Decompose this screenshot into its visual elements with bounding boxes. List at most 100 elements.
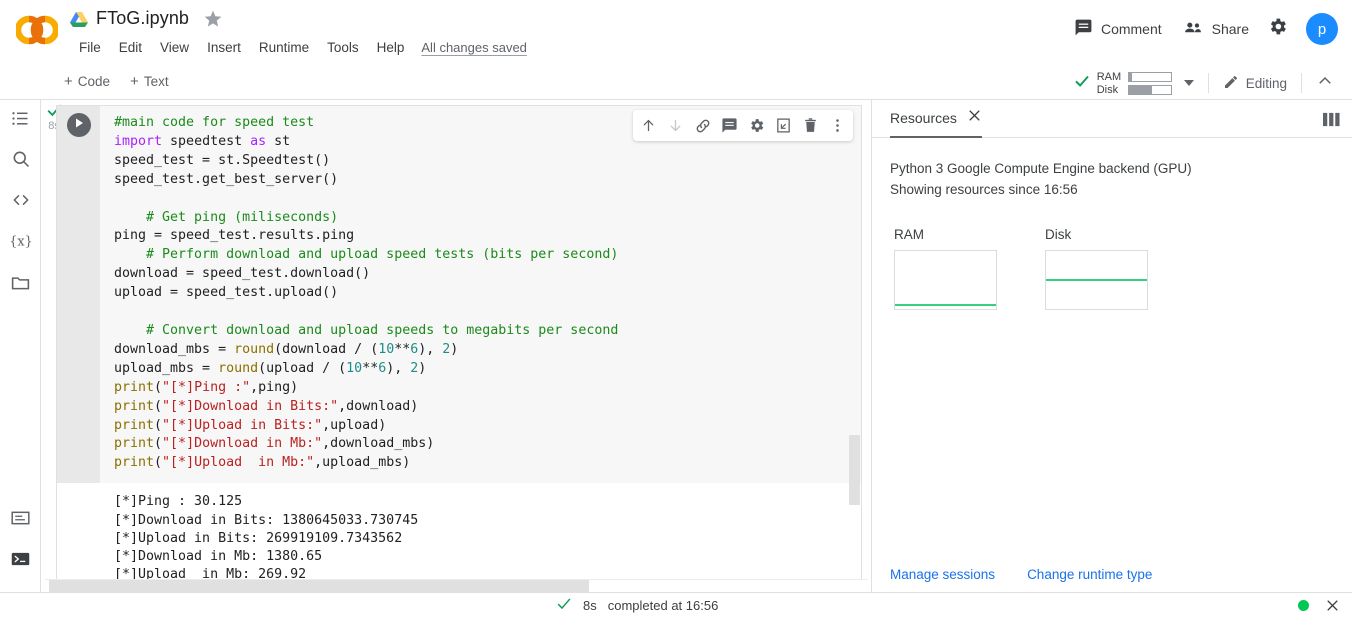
move-cell-down-icon[interactable] [662, 112, 689, 139]
resources-tab-label: Resources [890, 109, 957, 126]
code-cell[interactable]: #main code for speed test import speedte… [56, 105, 862, 594]
share-label: Share [1211, 21, 1249, 37]
notebook-area: 8s #main code for speed test import spee… [41, 100, 871, 618]
notebook-vertical-scrollbar[interactable] [849, 435, 860, 505]
close-icon[interactable] [1325, 598, 1340, 613]
people-icon [1182, 18, 1204, 40]
backend-description: Python 3 Google Compute Engine backend (… [890, 161, 1192, 176]
disk-chart-title: Disk [1045, 227, 1072, 242]
add-code-cell-button[interactable]: + Code [56, 72, 118, 91]
code-editor-area: #main code for speed test import speedte… [57, 106, 861, 484]
pencil-icon [1223, 74, 1239, 93]
resource-charts: RAM Disk [894, 227, 1334, 310]
link-to-cell-icon[interactable] [689, 112, 716, 139]
ram-meter-track [1127, 71, 1172, 82]
sidebar-item-command-palette[interactable] [0, 500, 41, 541]
editing-mode-button[interactable]: Editing [1213, 70, 1297, 97]
ram-meter-label: RAM [1096, 70, 1122, 83]
cell-settings-icon[interactable] [743, 112, 770, 139]
sidebar-item-table-of-contents[interactable] [0, 100, 41, 141]
settings-button[interactable] [1259, 8, 1296, 50]
caret-down-icon[interactable] [1183, 80, 1194, 86]
status-bar-right [1298, 598, 1340, 613]
command-palette-icon [10, 509, 31, 532]
svg-text:{x}: {x} [9, 234, 32, 249]
menu-file[interactable]: File [70, 38, 110, 57]
notebook-horizontal-scrollbar-track [45, 579, 868, 593]
disk-chart [1045, 250, 1148, 310]
menu-insert[interactable]: Insert [198, 38, 250, 57]
plus-icon: + [64, 73, 73, 90]
collapse-toolbar-button[interactable] [1306, 67, 1344, 100]
cell-gutter [57, 106, 100, 484]
run-cell-button[interactable] [67, 113, 91, 137]
resources-links: Manage sessions Change runtime type [890, 567, 1152, 582]
resources-since: Showing resources since 16:56 [890, 182, 1078, 197]
comment-button[interactable]: Comment [1064, 11, 1172, 47]
folder-icon [10, 272, 31, 298]
add-text-cell-button[interactable]: + Text [122, 72, 177, 91]
avatar[interactable]: p [1306, 13, 1338, 45]
sidebar-item-find-and-replace[interactable] [0, 141, 41, 182]
ram-meter-fill [1128, 72, 1133, 81]
panel-columns-icon[interactable] [1319, 108, 1344, 131]
menu-edit[interactable]: Edit [110, 38, 151, 57]
cell-output: [*]Ping : 30.125 [*]Download in Bits: 13… [57, 483, 861, 593]
menu-runtime[interactable]: Runtime [250, 38, 318, 57]
ram-meter-row: RAM [1097, 71, 1172, 83]
document-title-row: FToG.ipynb [70, 8, 223, 29]
move-cell-up-icon[interactable] [635, 112, 662, 139]
more-cell-actions-icon[interactable] [824, 112, 851, 139]
ram-chart-line [895, 304, 996, 307]
connection-status-dot [1298, 600, 1309, 611]
sidebar-bottom-group [0, 500, 41, 582]
star-icon[interactable] [203, 9, 223, 29]
comment-icon [1074, 18, 1093, 40]
manage-sessions-link[interactable]: Manage sessions [890, 567, 995, 582]
menu-help[interactable]: Help [368, 38, 414, 57]
disk-meter-track [1127, 84, 1172, 95]
mirror-cell-icon[interactable] [770, 112, 797, 139]
tab-resources[interactable]: Resources [890, 100, 982, 138]
code-content[interactable]: #main code for speed test import speedte… [100, 106, 861, 483]
colab-logo[interactable] [14, 15, 60, 45]
header-actions: Comment Share p [1064, 8, 1338, 50]
code-brackets-icon [10, 190, 32, 215]
sidebar-item-code-snippets[interactable] [0, 182, 41, 223]
chevron-up-icon [1316, 72, 1334, 95]
status-bar-left: 8s completed at 16:56 [556, 597, 718, 615]
toolbar-right-group: RAM Disk Editing [1067, 66, 1344, 100]
close-icon[interactable] [967, 108, 982, 128]
list-icon [10, 108, 31, 134]
notebook-toolbar: + Code + Text RAM Disk Editing [0, 66, 1352, 100]
page-title[interactable]: FToG.ipynb [96, 8, 189, 29]
save-status[interactable]: All changes saved [421, 40, 527, 55]
gear-icon [1267, 16, 1288, 42]
toolbar-divider [1207, 73, 1209, 93]
connected-checkmark-icon [1073, 72, 1091, 95]
google-drive-icon [70, 11, 88, 27]
sidebar-item-files[interactable] [0, 264, 41, 305]
resource-meters: RAM Disk [1097, 71, 1172, 96]
add-comment-icon[interactable] [716, 112, 743, 139]
status-bar: 8s completed at 16:56 [0, 592, 1352, 618]
resources-tab-row: Resources [872, 100, 1352, 138]
resource-meter-button[interactable]: RAM Disk [1067, 69, 1178, 98]
delete-cell-icon[interactable] [797, 112, 824, 139]
disk-chart-block: Disk [1045, 227, 1148, 310]
disk-meter-row: Disk [1097, 84, 1172, 96]
sidebar-item-terminal[interactable] [0, 541, 41, 582]
sidebar-item-variables[interactable]: {x} [0, 223, 41, 264]
change-runtime-type-link[interactable]: Change runtime type [1027, 567, 1152, 582]
disk-chart-line [1046, 278, 1147, 281]
app-header: FToG.ipynb File Edit View Insert Runtime… [0, 0, 1352, 66]
menu-view[interactable]: View [151, 38, 198, 57]
ram-chart-block: RAM [894, 227, 997, 310]
cell-toolbar [633, 110, 853, 141]
share-button[interactable]: Share [1172, 11, 1259, 47]
menu-bar: File Edit View Insert Runtime Tools Help… [70, 38, 527, 57]
resources-panel: Resources Python 3 Google Compute Engine… [871, 100, 1352, 618]
menu-tools[interactable]: Tools [318, 38, 368, 57]
plus-icon: + [130, 73, 139, 90]
search-icon [11, 149, 31, 174]
